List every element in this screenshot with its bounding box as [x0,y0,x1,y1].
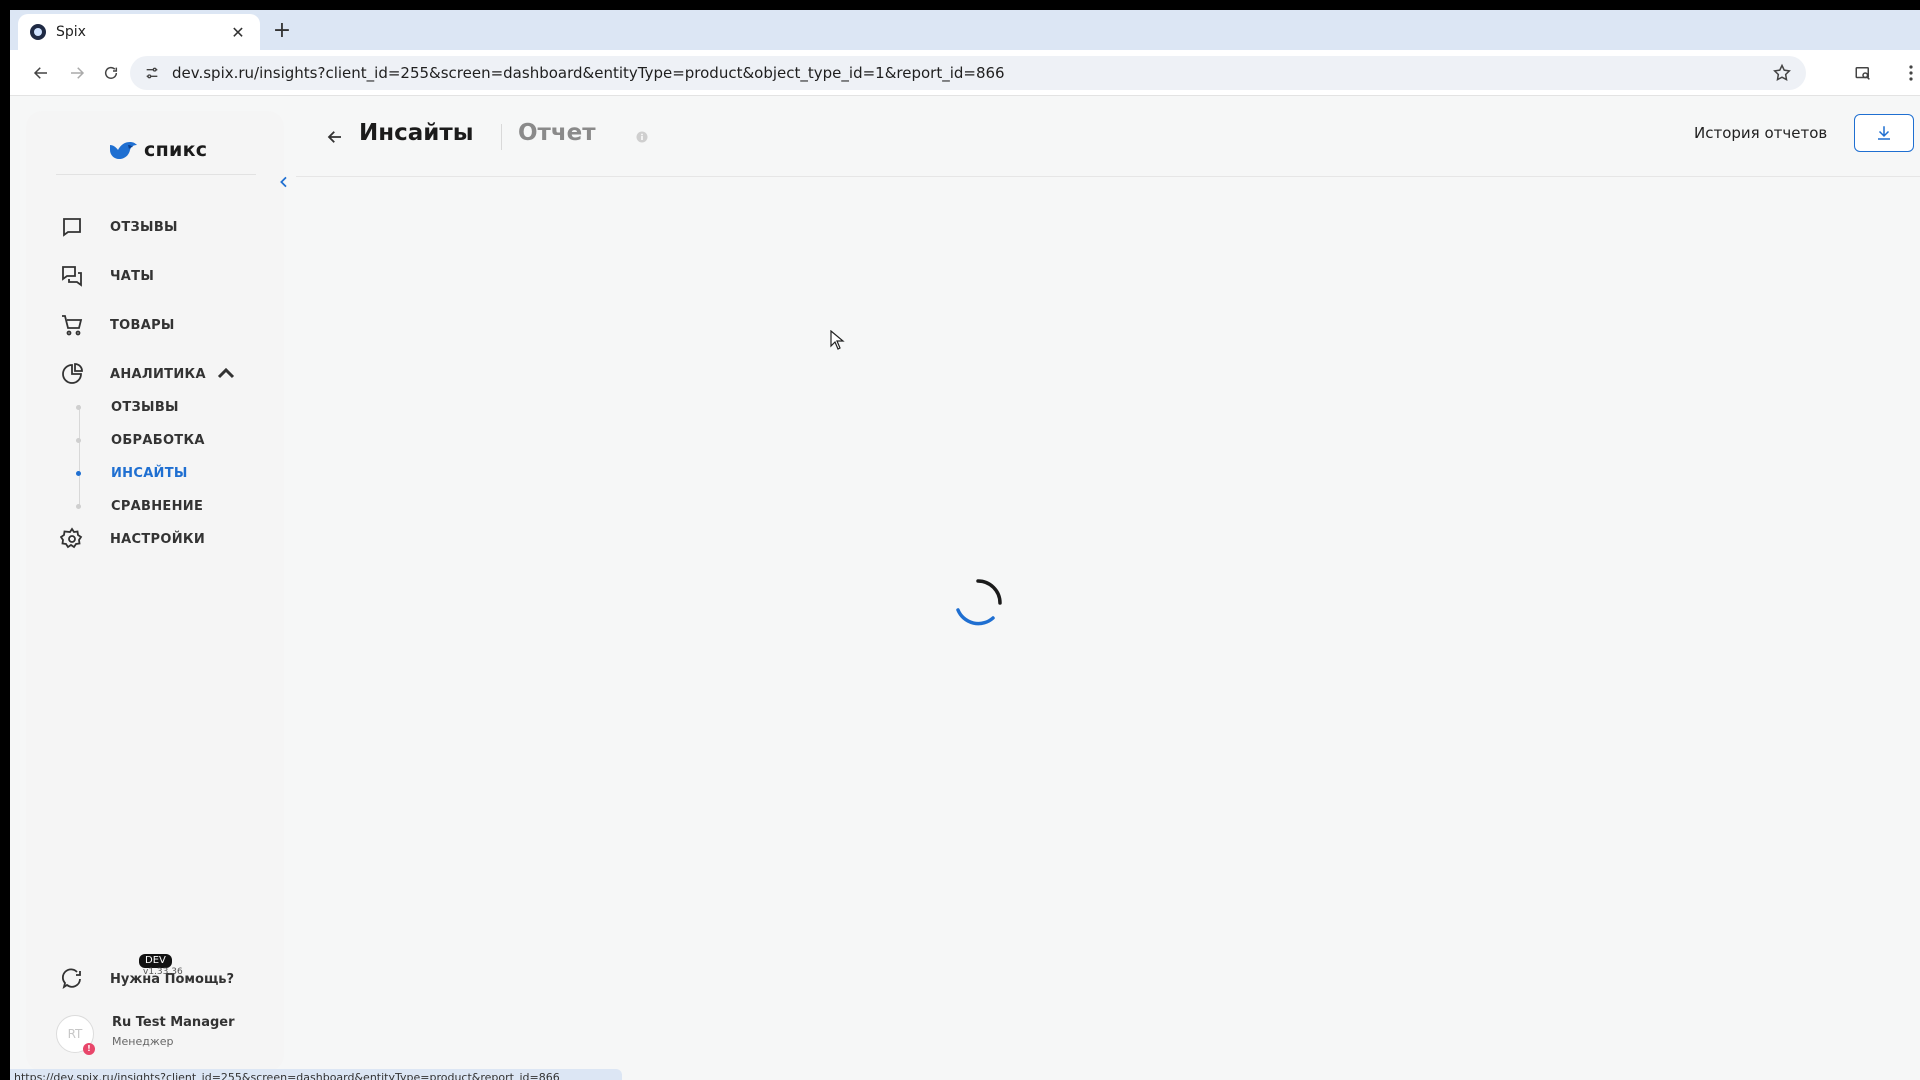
sidebar-item-chats[interactable]: ЧАТЫ [60,263,280,289]
page-subtitle: Отчет [518,120,596,146]
sidebar-item-settings[interactable]: НАСТРОЙКИ [60,526,280,552]
sidebar-subitem-label: СРАВНЕНИЕ [111,498,204,514]
browser-toolbar: dev.spix.ru/insights?client_id=255&scree… [10,50,1920,96]
cart-icon [62,315,83,336]
reload-icon[interactable] [98,60,124,86]
download-icon [1878,126,1890,140]
sidebar-subitem-processing[interactable]: ОБРАБОТКА [76,429,276,451]
spix-favicon-icon [30,24,46,40]
submenu-dot [76,437,81,443]
bird-logo-icon [110,142,137,159]
sidebar-item-label: ЧАТЫ [110,268,155,284]
page-title: Инсайты [359,120,474,146]
submenu-dot-active [76,470,81,476]
browser-window: Spix ✕ + dev.spix.ru/insights?client_id=… [10,10,1920,1080]
download-button[interactable] [1854,114,1914,152]
tab-title: Spix [56,24,86,40]
tab-strip: Spix ✕ + [10,10,1920,50]
submenu-dot [76,503,81,509]
sidebar-item-products[interactable]: ТОВАРЫ [60,312,280,338]
user-role: Менеджер [112,1035,174,1048]
spix-logo[interactable]: спикс [108,139,207,161]
sidebar-item-label: ТОВАРЫ [110,317,175,333]
title-divider [501,124,502,150]
message-square-icon [63,218,81,237]
sidebar-subitem-insights[interactable]: ИНСАЙТЫ [76,462,276,484]
sidebar-item-label: АНАЛИТИКА [110,366,206,382]
sidebar-item-reviews[interactable]: ОТЗЫВЫ [60,214,280,240]
collapse-sidebar-chevron-icon[interactable] [276,174,292,190]
sidebar-subitem-reviews[interactable]: ОТЗЫВЫ [76,396,276,418]
bookmark-star-icon[interactable] [1772,63,1792,83]
user-profile[interactable]: RT ! Ru Test Manager Менеджер [56,1013,276,1061]
new-tab-button[interactable]: + [268,18,296,46]
gear-icon [60,527,83,549]
pie-chart-icon [62,363,83,384]
sidebar-subitem-label: ОТЗЫВЫ [111,399,179,415]
menu-dots-icon[interactable] [1904,60,1918,86]
browser-tab[interactable]: Spix ✕ [18,14,260,50]
chevron-up-icon[interactable] [214,362,238,386]
user-name: Ru Test Manager [112,1015,235,1030]
avatar-alert-badge: ! [83,1043,95,1055]
help-refresh-icon [62,968,81,990]
close-tab-icon[interactable]: ✕ [228,23,248,42]
sidebar-item-label: ОТЗЫВЫ [110,219,178,235]
sidebar-item-analytics[interactable]: АНАЛИТИКА [60,361,280,387]
sidebar-subitem-label: ИНСАЙТЫ [111,465,188,481]
sidebar-subitem-comparison[interactable]: СРАВНЕНИЕ [76,495,276,517]
status-url-bar: https://dev.spix.ru/insights?client_id=2… [10,1069,622,1080]
submenu-line [79,405,80,505]
logo-divider [56,174,256,175]
url-text[interactable]: dev.spix.ru/insights?client_id=255&scree… [172,64,1772,82]
back-arrow-icon[interactable] [28,60,54,86]
sidebar: спикс ОТЗЫВЫ ЧАТЫ ТОВАРЫ АНАЛИТИКА ОТЗЫВ… [26,111,287,1071]
info-icon[interactable] [636,131,648,143]
report-history-button[interactable]: История отчетов [1694,124,1827,142]
logo-text: спикс [144,139,208,161]
version-label: v1.33.36 [143,967,183,975]
page-header: Инсайты Отчет История отчетов [296,96,1920,177]
address-bar[interactable]: dev.spix.ru/insights?client_id=255&scree… [130,56,1806,90]
sidebar-subitem-label: ОБРАБОТКА [111,432,205,448]
back-arrow-icon[interactable] [326,128,344,146]
forward-arrow-icon[interactable] [64,60,90,86]
loading-spinner-icon [956,579,1002,626]
chats-icon [62,266,82,287]
tab-search-icon[interactable] [1850,60,1876,86]
env-badge: DEV [139,954,172,968]
submenu-dot [76,404,81,410]
sidebar-item-label: НАСТРОЙКИ [110,531,206,547]
site-settings-icon[interactable] [144,65,160,81]
mouse-cursor-icon [830,330,845,350]
